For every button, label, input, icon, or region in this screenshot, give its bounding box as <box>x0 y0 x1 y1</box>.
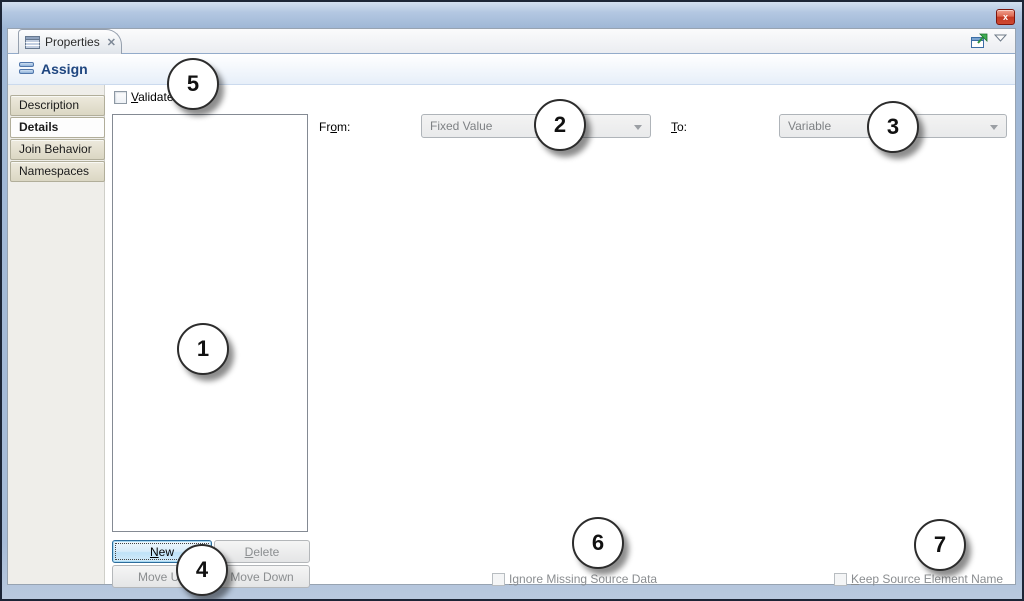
callout-6: 6 <box>572 517 624 569</box>
tab-properties-label: Properties <box>45 35 100 49</box>
tab-properties[interactable]: Properties ✕ <box>18 29 122 54</box>
restore-view-icon[interactable] <box>970 32 988 49</box>
assign-icon <box>19 62 34 76</box>
sidebar-item-details[interactable]: Details <box>10 117 105 138</box>
callout-3: 3 <box>867 101 919 153</box>
validate-checkbox[interactable] <box>114 91 127 104</box>
to-label: To: <box>671 120 687 134</box>
callout-1: 1 <box>177 323 229 375</box>
sidebar-item-namespaces[interactable]: Namespaces <box>10 161 105 182</box>
sidebar-item-join-behavior[interactable]: Join Behavior <box>10 139 105 160</box>
view-menu-chevron-icon[interactable] <box>994 34 1007 42</box>
validate-label: Validate <box>131 90 174 104</box>
properties-window: x Properties ✕ <box>0 0 1024 601</box>
callout-2: 2 <box>534 99 586 151</box>
tab-close-icon[interactable]: ✕ <box>107 36 116 49</box>
ignore-missing-source-data-checkbox[interactable] <box>492 573 505 586</box>
callout-5: 5 <box>167 58 219 110</box>
callout-7: 7 <box>914 519 966 571</box>
sidebar-item-description[interactable]: Description <box>10 95 105 116</box>
ignore-missing-source-data-label: Ignore Missing Source Data <box>509 572 657 586</box>
from-combo-value: Fixed Value <box>430 119 492 133</box>
keep-source-element-name-label: Keep Source Element Name <box>851 572 1003 586</box>
page-title: Assign <box>41 61 88 77</box>
properties-table-icon <box>25 36 40 49</box>
delete-button[interactable]: Delete <box>214 540 310 563</box>
sidebar: Description Details Join Behavior Namesp… <box>8 85 105 584</box>
form-header: Assign <box>8 54 1015 85</box>
view-client-area: Properties ✕ <box>7 28 1016 585</box>
from-combo-arrow-icon <box>634 125 642 130</box>
keep-source-element-name-checkbox[interactable] <box>834 573 847 586</box>
to-combo-arrow-icon <box>990 125 998 130</box>
window-close-button[interactable]: x <box>996 9 1015 25</box>
from-label: From: <box>319 120 350 134</box>
view-tab-bar: Properties ✕ <box>8 29 1015 54</box>
view-toolbar <box>970 32 1007 49</box>
move-down-button[interactable]: Move Down <box>214 565 310 588</box>
callout-4: 4 <box>176 544 228 596</box>
to-combo-value: Variable <box>788 119 831 133</box>
